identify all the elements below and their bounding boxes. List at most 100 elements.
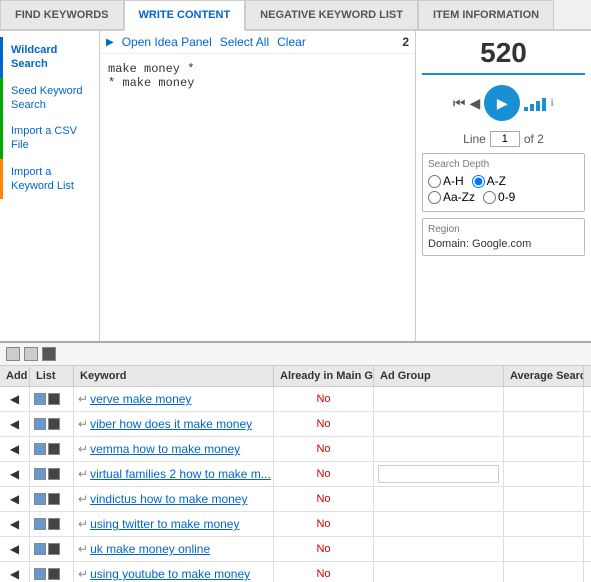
row-keyword-cell: ↵ viber how does it make money bbox=[74, 412, 274, 436]
row-list-cell bbox=[30, 537, 74, 561]
row-checkboxes bbox=[34, 493, 60, 505]
keyword-link[interactable]: viber how does it make money bbox=[90, 417, 252, 431]
top-tabs: FIND KEYWORDS WRITE CONTENT NEGATIVE KEY… bbox=[0, 0, 591, 31]
keyword-link[interactable]: using twitter to make money bbox=[90, 517, 239, 531]
row-add-button[interactable]: ◀ bbox=[10, 517, 19, 531]
row-add-button[interactable]: ◀ bbox=[10, 392, 19, 406]
row-add-button[interactable]: ◀ bbox=[10, 567, 19, 581]
keyword-indent-icon: ↵ bbox=[78, 467, 88, 481]
row-checkbox-blue[interactable] bbox=[34, 493, 46, 505]
row-keyword-cell: ↵ vemma how to make money bbox=[74, 437, 274, 461]
skip-back-button[interactable]: ⏮ bbox=[453, 95, 466, 112]
row-add-button[interactable]: ◀ bbox=[10, 542, 19, 556]
sidebar-item-import-csv[interactable]: Import a CSV File bbox=[0, 118, 99, 159]
region-box: Region Domain: Google.com bbox=[422, 218, 585, 256]
grid-ctrl-btn-1[interactable] bbox=[6, 347, 20, 361]
row-already-cell: No bbox=[274, 462, 374, 486]
row-add-button[interactable]: ◀ bbox=[10, 492, 19, 506]
prev-button[interactable]: ◀ bbox=[470, 95, 481, 112]
row-checkbox-dark[interactable] bbox=[48, 418, 60, 430]
row-already-cell: No bbox=[274, 387, 374, 411]
radio-ah[interactable]: A-H bbox=[428, 174, 464, 188]
row-checkbox-blue[interactable] bbox=[34, 468, 46, 480]
radio-az[interactable]: A-Z bbox=[472, 174, 506, 188]
row-checkbox-blue[interactable] bbox=[34, 518, 46, 530]
row-checkboxes bbox=[34, 443, 60, 455]
keyword-link[interactable]: uk make money online bbox=[90, 542, 210, 556]
keyword-indent-icon: ↵ bbox=[78, 492, 88, 506]
region-domain: Domain: Google.com bbox=[428, 238, 579, 250]
row-already-cell: No bbox=[274, 412, 374, 436]
keyword-link[interactable]: virtual families 2 how to make m... bbox=[90, 467, 271, 481]
search-depth-row2: Aa-Zz 0-9 bbox=[428, 190, 579, 204]
row-checkboxes bbox=[34, 468, 60, 480]
keyword-textarea[interactable]: make money * * make money bbox=[100, 54, 415, 341]
row-add-cell: ◀ bbox=[0, 437, 30, 461]
radio-09[interactable]: 0-9 bbox=[483, 190, 515, 204]
table-row: ◀ ↵ virtual families 2 how to make m... … bbox=[0, 462, 591, 487]
row-checkbox-dark[interactable] bbox=[48, 393, 60, 405]
row-add-cell: ◀ bbox=[0, 512, 30, 536]
tab-item-information[interactable]: ITEM INFORMATION bbox=[418, 0, 554, 29]
grid-ctrl-btn-3[interactable] bbox=[42, 347, 56, 361]
sidebar-item-wildcard[interactable]: Wildcard Search bbox=[0, 37, 99, 78]
center-panel: ▶ Open Idea Panel Select All Clear 2 mak… bbox=[100, 31, 416, 341]
row-keyword-cell: ↵ using youtube to make money bbox=[74, 562, 274, 582]
signal-bar-2 bbox=[530, 104, 534, 111]
line-of-text: of 2 bbox=[524, 132, 544, 146]
search-depth-box: Search Depth A-H A-Z Aa-Zz 0-9 bbox=[422, 153, 585, 212]
clear-link[interactable]: Clear bbox=[277, 35, 306, 49]
sidebar-item-seed-keyword[interactable]: Seed Keyword Search bbox=[0, 78, 99, 119]
keyword-indent-icon: ↵ bbox=[78, 442, 88, 456]
radio-09-input[interactable] bbox=[483, 191, 496, 204]
signal-bars bbox=[524, 95, 546, 111]
keyword-link[interactable]: verve make money bbox=[90, 392, 191, 406]
tab-write-content[interactable]: WRITE CONTENT bbox=[124, 0, 246, 31]
select-all-link[interactable]: Select All bbox=[220, 35, 269, 49]
grid-controls bbox=[0, 343, 591, 366]
radio-aazz-input[interactable] bbox=[428, 191, 441, 204]
header-list: List bbox=[30, 366, 74, 386]
row-checkbox-dark[interactable] bbox=[48, 518, 60, 530]
row-checkboxes bbox=[34, 568, 60, 580]
keyword-link[interactable]: using youtube to make money bbox=[90, 567, 250, 581]
radio-aazz[interactable]: Aa-Zz bbox=[428, 190, 475, 204]
row-add-button[interactable]: ◀ bbox=[10, 417, 19, 431]
row-checkbox-blue[interactable] bbox=[34, 568, 46, 580]
radio-ah-input[interactable] bbox=[428, 175, 441, 188]
row-add-cell: ◀ bbox=[0, 487, 30, 511]
sidebar-item-import-keyword[interactable]: Import a Keyword List bbox=[0, 159, 99, 200]
right-panel: 520 ⏮ ◀ ▶ ℹ Line of 2 Search Depth A-H bbox=[416, 31, 591, 341]
keyword-indent-icon: ↵ bbox=[78, 392, 88, 406]
row-avg-cell bbox=[504, 537, 584, 561]
row-checkbox-dark[interactable] bbox=[48, 493, 60, 505]
row-checkbox-dark[interactable] bbox=[48, 443, 60, 455]
row-avg-cell bbox=[504, 437, 584, 461]
tab-negative-keyword[interactable]: NEGATIVE KEYWORD LIST bbox=[245, 0, 418, 29]
row-checkbox-blue[interactable] bbox=[34, 393, 46, 405]
row-checkboxes bbox=[34, 418, 60, 430]
row-list-cell bbox=[30, 412, 74, 436]
row-add-button[interactable]: ◀ bbox=[10, 467, 19, 481]
row-add-button[interactable]: ◀ bbox=[10, 442, 19, 456]
open-idea-panel-link[interactable]: Open Idea Panel bbox=[122, 35, 212, 49]
row-checkbox-blue[interactable] bbox=[34, 543, 46, 555]
row-already-cell: No bbox=[274, 437, 374, 461]
row-checkbox-dark[interactable] bbox=[48, 543, 60, 555]
line-control: Line of 2 bbox=[422, 131, 585, 147]
row-checkbox-blue[interactable] bbox=[34, 418, 46, 430]
tab-find-keywords[interactable]: FIND KEYWORDS bbox=[0, 0, 124, 29]
row-checkbox-blue[interactable] bbox=[34, 443, 46, 455]
line-input[interactable] bbox=[490, 131, 520, 147]
play-icon: ▶ bbox=[106, 37, 114, 48]
radio-az-input[interactable] bbox=[472, 175, 485, 188]
grid-ctrl-btn-2[interactable] bbox=[24, 347, 38, 361]
play-button[interactable]: ▶ bbox=[484, 85, 520, 121]
row-checkbox-dark[interactable] bbox=[48, 568, 60, 580]
keyword-link[interactable]: vindictus how to make money bbox=[90, 492, 247, 506]
item-count: 2 bbox=[402, 35, 409, 49]
table-row: ◀ ↵ vemma how to make money No bbox=[0, 437, 591, 462]
keyword-link[interactable]: vemma how to make money bbox=[90, 442, 240, 456]
adgroup-input[interactable] bbox=[378, 465, 499, 483]
row-checkbox-dark[interactable] bbox=[48, 468, 60, 480]
